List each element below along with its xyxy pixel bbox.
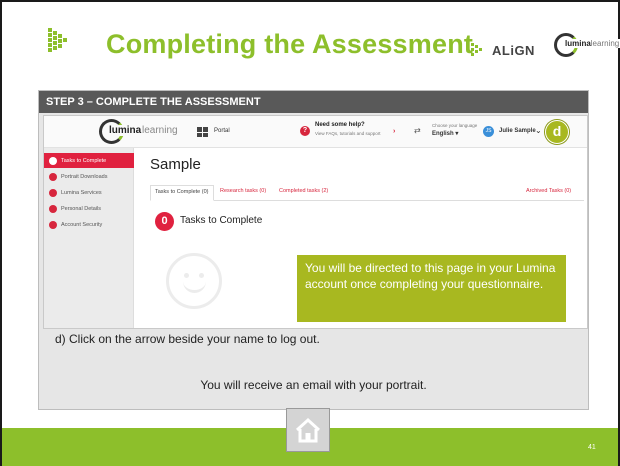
step-panel: STEP 3 – COMPLETE THE ASSESSMENT lumina … — [38, 90, 589, 410]
step-badge: d — [545, 120, 569, 144]
user-menu-chevron-icon[interactable]: ⌄ — [535, 126, 542, 135]
tab-research-tasks[interactable]: Research tasks (0) — [216, 185, 270, 201]
lumina-logo: luminalearning — [554, 33, 620, 57]
services-icon — [49, 188, 57, 197]
slide-title: Completing the Assessment — [106, 29, 474, 59]
sidebar-item-account-security[interactable]: Account Security — [44, 217, 134, 232]
step-heading: STEP 3 – COMPLETE THE ASSESSMENT — [39, 91, 588, 113]
user-name[interactable]: Julie Sample — [499, 128, 536, 134]
apps-grid-icon[interactable] — [197, 127, 208, 137]
align-mark-icon — [471, 43, 482, 56]
sidebar-item-label: Lumina Services — [61, 189, 102, 196]
avatar[interactable]: JS — [483, 126, 494, 137]
slide: Completing the Assessment ALiGN luminale… — [0, 0, 620, 466]
task-count-badge: 0 — [155, 212, 174, 231]
lumina-logo-word: lumina — [565, 39, 591, 48]
callout-note: You will be directed to this page in you… — [297, 255, 566, 322]
portal-brand-2: learning — [142, 125, 178, 136]
tab-archived-tasks[interactable]: Archived Tasks (0) — [522, 185, 575, 201]
tab-tasks-to-complete[interactable]: Tasks to Complete (0) — [150, 185, 214, 201]
id-card-icon — [49, 204, 57, 213]
portal-sidebar: Tasks to Complete Portrait Downloads Lum… — [44, 148, 134, 328]
sidebar-item-tasks[interactable]: Tasks to Complete — [44, 153, 134, 168]
task-count-label: Tasks to Complete — [180, 215, 263, 226]
help-title[interactable]: Need some help? — [315, 122, 365, 128]
arrow-dots-icon — [48, 28, 67, 52]
language-icon: ⇄ — [414, 126, 421, 135]
task-tabs: Tasks to Complete (0) Research tasks (0)… — [150, 185, 584, 201]
page-number: 41 — [588, 444, 596, 451]
page-title: Sample — [150, 156, 201, 173]
home-button[interactable] — [286, 408, 330, 452]
help-subtitle: View FAQs, tutorials and support — [315, 131, 381, 136]
sidebar-item-lumina-services[interactable]: Lumina Services — [44, 185, 134, 200]
sidebar-item-portrait-downloads[interactable]: Portrait Downloads — [44, 169, 134, 184]
portal-header: lumina learning Portal ? Need some help?… — [44, 116, 587, 148]
sidebar-item-label: Personal Details — [61, 205, 102, 212]
sidebar-item-personal-details[interactable]: Personal Details — [44, 201, 134, 216]
check-icon — [49, 156, 57, 165]
portal-brand: lumina — [108, 125, 143, 136]
lock-icon — [49, 220, 57, 229]
language-select[interactable]: English ▾ — [432, 130, 458, 137]
portal-screenshot: lumina learning Portal ? Need some help?… — [43, 115, 588, 329]
portal-label[interactable]: Portal — [214, 128, 230, 134]
sidebar-item-label: Tasks to Complete — [61, 157, 107, 164]
tab-completed-tasks[interactable]: Completed tasks (2) — [275, 185, 332, 201]
help-icon[interactable]: ? — [300, 126, 310, 136]
help-arrow-icon[interactable]: › — [393, 128, 395, 135]
instruction-text: d) Click on the arrow beside your name t… — [55, 332, 320, 346]
download-icon — [49, 172, 57, 181]
email-note: You will receive an email with your port… — [200, 378, 427, 392]
lumina-logo-word2: learning — [590, 39, 620, 48]
align-logo-text: ALiGN — [492, 42, 535, 58]
sidebar-item-label: Account Security — [61, 221, 103, 228]
smiley-icon — [166, 253, 222, 309]
align-logo: ALiGN — [471, 39, 535, 61]
language-caption: Choose your language — [432, 123, 478, 128]
sidebar-item-label: Portrait Downloads — [61, 173, 108, 180]
home-icon — [295, 417, 321, 443]
